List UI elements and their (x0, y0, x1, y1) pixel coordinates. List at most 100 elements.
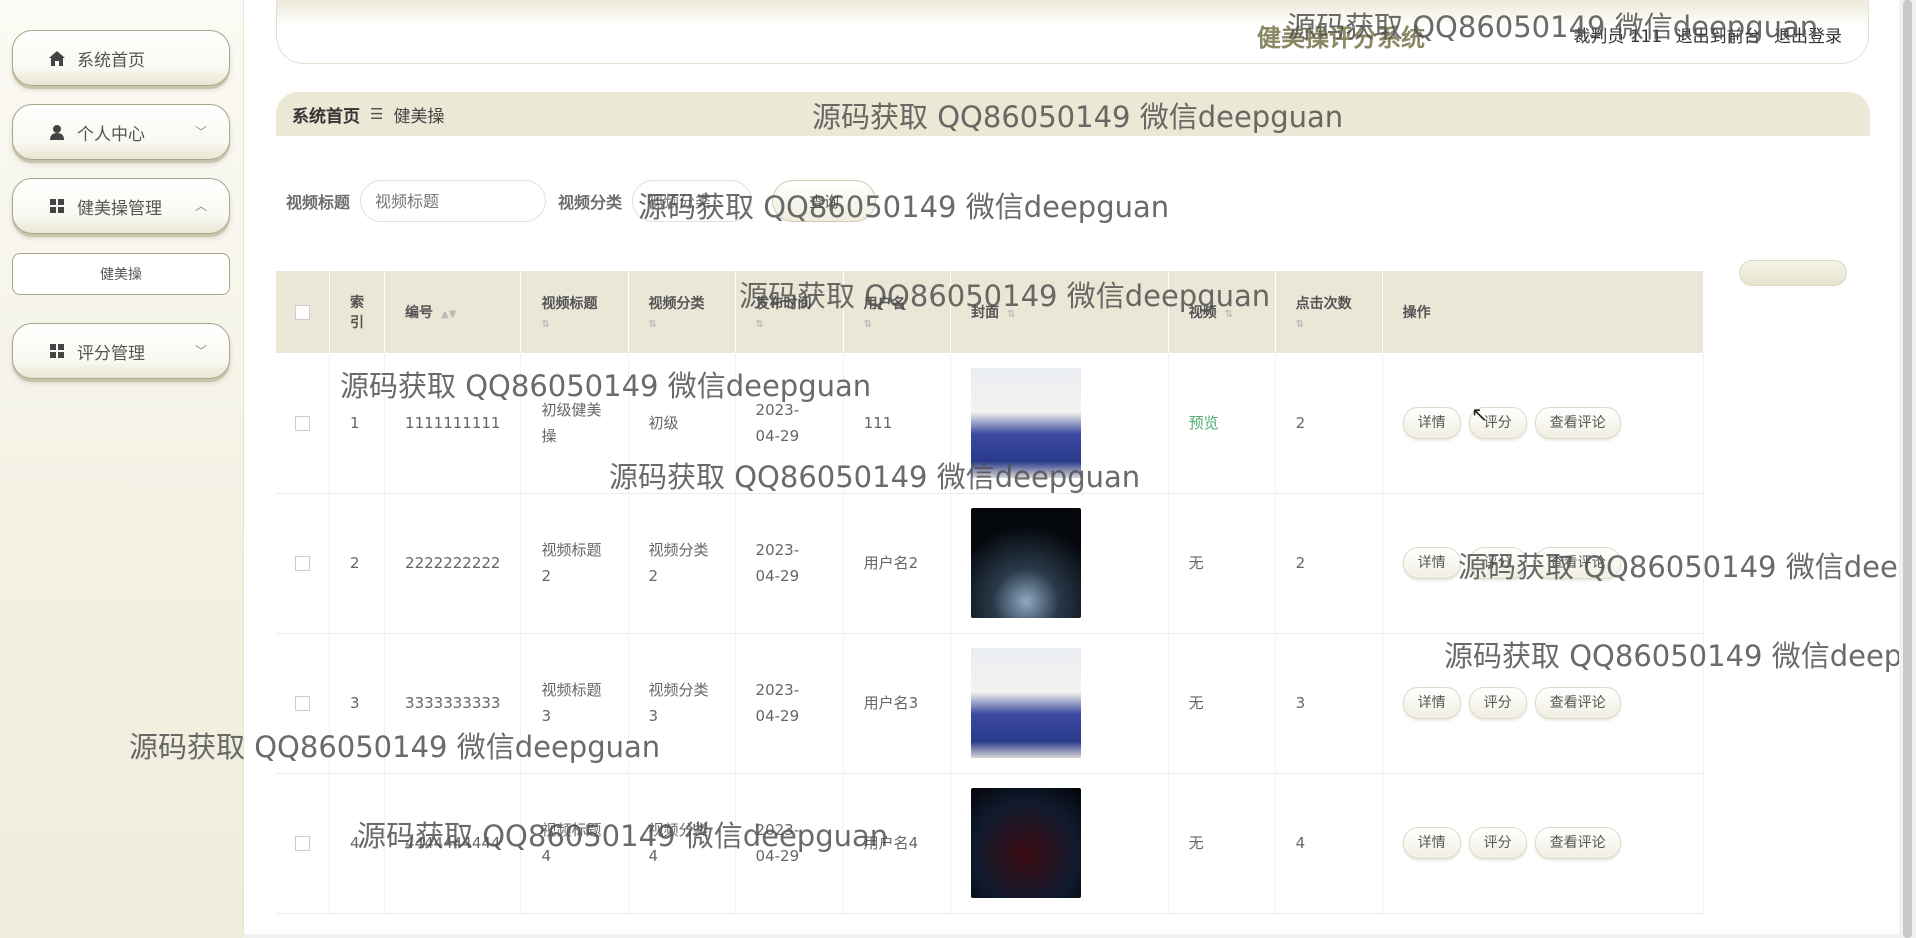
cell-cover (950, 633, 1169, 774)
home-icon (47, 50, 67, 66)
row-select-cell (276, 353, 331, 494)
cell-user: 用户名4 (843, 773, 952, 914)
header-title[interactable]: 视频标题 ⇅ (520, 271, 629, 353)
table-header-row: 索引 编号 ▲▼ 视频标题 ⇅ 视频分类 ⇅ 发布时间 ⇅ 用户名 ⇅ 封面 ⇅ 视频 ⇅ 点… (276, 271, 1705, 353)
header-video[interactable]: 视频 ⇅ (1168, 271, 1276, 353)
cell-category: 视频分类4 (628, 773, 736, 914)
sort-icon[interactable]: ⇅ (1225, 309, 1233, 320)
select-all-cell (276, 271, 331, 353)
score-button[interactable]: 评分 (1468, 547, 1527, 579)
search-button[interactable]: 查询 (772, 180, 877, 222)
view-comments-button[interactable]: 查看评论 (1534, 827, 1621, 859)
cell-index: 4 (329, 773, 386, 914)
header-user-label: 用户名 (863, 296, 906, 312)
sort-icon[interactable]: ⇅ (864, 319, 931, 331)
detail-button[interactable]: 详情 (1402, 547, 1461, 579)
sidebar-subitem-aerobics[interactable]: 健美操 (12, 253, 230, 295)
sidebar-item-aerobics-management[interactable]: 健美操管理 ︿ (12, 178, 230, 234)
grid-icon (47, 199, 67, 213)
sort-icon[interactable]: ▲▼ (441, 309, 456, 320)
header-user[interactable]: 用户名 ⇅ (843, 271, 952, 353)
cell-clicks: 4 (1275, 773, 1383, 914)
video-title-label: 视频标题 (286, 193, 351, 212)
breadcrumb-current: 健美操 (393, 106, 445, 127)
search-form: 视频标题 视频分类 查询 (286, 180, 877, 222)
sort-icon[interactable]: ⇅ (541, 319, 607, 331)
sidebar-item-profile[interactable]: 个人中心 ﹀ (12, 104, 230, 160)
detail-button[interactable]: 详情 (1402, 406, 1461, 439)
cell-actions: 详情 评分 查看评论 (1382, 493, 1705, 634)
cell-cover (950, 493, 1169, 634)
sidebar-item-home[interactable]: 系统首页 (12, 30, 230, 86)
cell-index: 3 (329, 633, 386, 774)
cell-index: 1 (329, 353, 386, 494)
cell-date: 2023-04-29 (735, 353, 844, 494)
cover-image (971, 367, 1082, 478)
header-actions: 操作 (1382, 271, 1705, 353)
cover-image (971, 508, 1082, 618)
row-checkbox[interactable] (295, 836, 311, 851)
cell-category: 视频分类3 (628, 633, 736, 774)
cell-number: 1111111111 (384, 353, 522, 494)
video-title-input[interactable] (360, 180, 547, 222)
header-cover[interactable]: 封面 ⇅ (950, 271, 1169, 353)
sort-icon[interactable]: ⇅ (1296, 319, 1362, 331)
header-number[interactable]: 编号 ▲▼ (384, 271, 522, 353)
header-date[interactable]: 发布时间 ⇅ (735, 271, 844, 353)
video-category-label: 视频分类 (558, 193, 623, 212)
table-row: 1 1111111111 初级健美操 初级 2023-04-29 111 预览 … (276, 353, 1705, 494)
detail-button[interactable]: 详情 (1402, 687, 1461, 719)
cell-number: 3333333333 (384, 633, 522, 774)
horizontal-scrollbar[interactable] (243, 934, 1899, 938)
user-icon (47, 124, 67, 140)
cell-actions: 详情 评分 查看评论 (1382, 633, 1705, 774)
view-comments-button[interactable]: 查看评论 (1534, 406, 1621, 439)
video-preview-link[interactable]: 预览 (1189, 414, 1219, 432)
header-cover-label: 封面 (971, 305, 1000, 321)
row-checkbox[interactable] (295, 415, 311, 431)
cell-date: 2023-04-29 (735, 773, 844, 914)
video-category-input[interactable] (632, 180, 753, 222)
sort-icon[interactable]: ⇅ (1007, 309, 1015, 320)
cell-user: 111 (843, 353, 952, 494)
row-checkbox[interactable] (295, 556, 311, 571)
score-button[interactable]: 评分 (1468, 827, 1527, 859)
scrollbar-thumb[interactable] (1903, 0, 1912, 938)
cell-category: 视频分类2 (628, 493, 736, 634)
view-comments-button[interactable]: 查看评论 (1534, 687, 1621, 719)
logout-link[interactable]: 退出登录 (1774, 27, 1842, 47)
cell-category: 初级 (628, 353, 736, 494)
vertical-scrollbar[interactable] (1899, 0, 1916, 938)
sort-icon[interactable]: ⇅ (649, 319, 715, 331)
cell-number: 4444444444 (384, 773, 522, 914)
header-date-label: 发布时间 (755, 296, 812, 312)
chevron-up-icon: ︿ (194, 199, 207, 213)
system-title: 健美操评分系统 (1257, 24, 1425, 52)
header-category[interactable]: 视频分类 ⇅ (628, 271, 736, 353)
score-button[interactable]: 评分 (1468, 687, 1527, 719)
detail-button[interactable]: 详情 (1402, 827, 1461, 859)
cell-date: 2023-04-29 (735, 633, 844, 774)
header-clicks[interactable]: 点击次数 ⇅ (1275, 271, 1383, 353)
chevron-down-icon: ﹀ (194, 125, 207, 139)
cell-video: 无 (1168, 493, 1276, 634)
breadcrumb-home[interactable]: 系统首页 (292, 102, 360, 127)
header-clicks-label: 点击次数 (1295, 296, 1352, 312)
row-select-cell (276, 493, 331, 634)
exit-to-front-link[interactable]: 退出到前台 (1676, 27, 1761, 47)
sidebar-item-score-management[interactable]: 评分管理 ﹀ (12, 323, 230, 379)
sort-icon[interactable]: ⇅ (756, 319, 823, 331)
breadcrumb-separator-icon: ☰ (370, 105, 384, 123)
cell-number: 2222222222 (384, 493, 522, 634)
toolbar-action-button[interactable] (1739, 260, 1847, 286)
cell-user: 用户名2 (843, 493, 952, 634)
breadcrumb: 系统首页 ☰ 健美操 (276, 92, 1870, 136)
grid-icon (47, 344, 67, 358)
row-checkbox[interactable] (295, 696, 311, 711)
view-comments-button[interactable]: 查看评论 (1534, 547, 1621, 579)
header-category-label: 视频分类 (648, 296, 705, 312)
sidebar-item-label: 个人中心 (77, 124, 145, 145)
select-all-checkbox[interactable] (295, 304, 311, 320)
cover-image (971, 648, 1082, 758)
chevron-down-icon: ﹀ (194, 344, 207, 358)
